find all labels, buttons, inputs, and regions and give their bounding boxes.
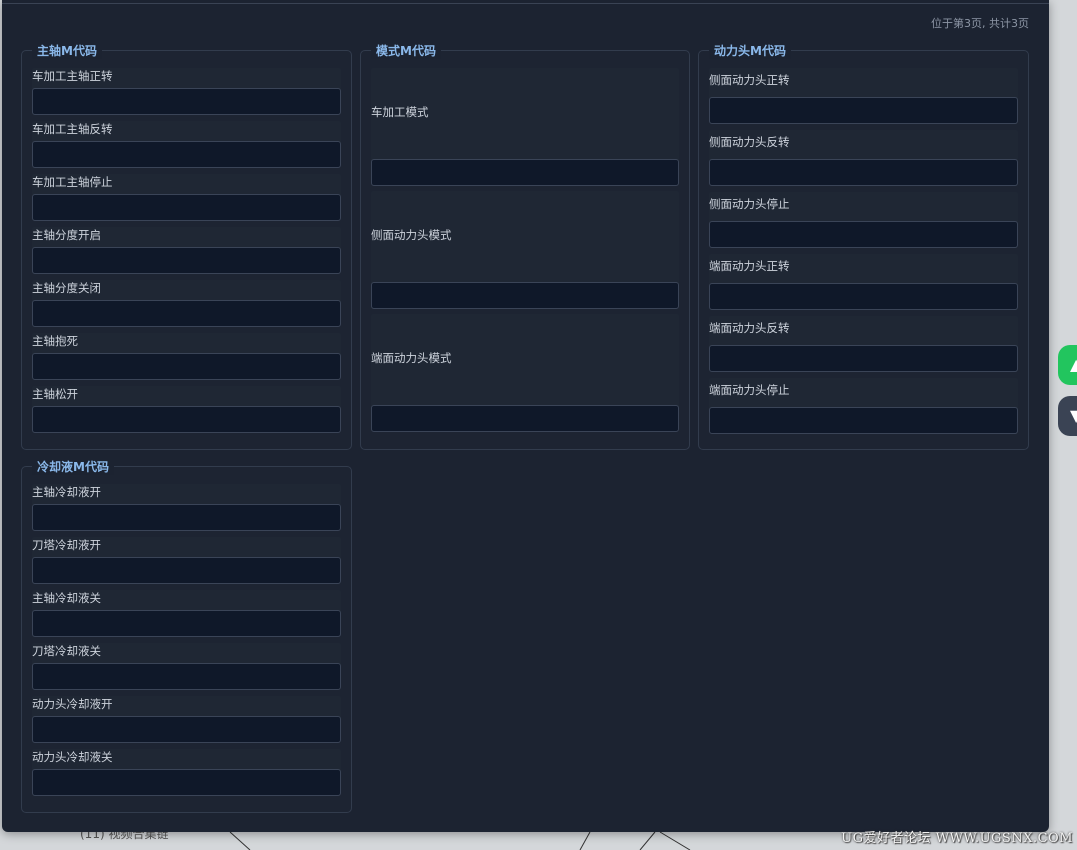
mcode-input[interactable] (32, 406, 341, 433)
mcode-field: 车加工主轴正转 (32, 68, 341, 115)
field-label: 车加工主轴停止 (32, 175, 113, 189)
mcode-input[interactable] (32, 300, 341, 327)
mcode-input[interactable] (32, 247, 341, 274)
mcode-field: 端面动力头正转 (709, 254, 1018, 310)
screen: (11) 视频合集链 位于第3页, 共计3页 主轴M代码 车加工主轴正转 车加工主… (0, 0, 1077, 850)
field-label: 端面动力头模式 (371, 351, 452, 365)
mcode-input[interactable] (371, 405, 679, 432)
mcode-input[interactable] (32, 88, 341, 115)
mcode-input[interactable] (32, 141, 341, 168)
watermark-text: UG爱好者论坛 WWW.UGSNX.COM (841, 831, 1073, 846)
mcode-input[interactable] (32, 194, 341, 221)
field-label: 主轴分度开启 (32, 228, 101, 242)
mcode-field: 侧面动力头正转 (709, 68, 1018, 124)
mcode-input[interactable] (709, 283, 1018, 310)
mcode-input[interactable] (32, 663, 341, 690)
mcode-field: 主轴抱死 (32, 333, 341, 380)
mcode-input[interactable] (709, 345, 1018, 372)
mcode-field: 端面动力头模式 (371, 314, 679, 432)
arrow-up-icon: ▲ (1070, 355, 1077, 374)
field-label: 刀塔冷却液开 (32, 538, 101, 552)
group-title: 冷却液M代码 (32, 459, 114, 475)
field-label: 主轴抱死 (32, 334, 78, 348)
mcode-field: 主轴分度开启 (32, 227, 341, 274)
mcode-field: 车加工主轴停止 (32, 174, 341, 221)
mcode-field: 动力头冷却液关 (32, 749, 341, 796)
field-label: 侧面动力头反转 (709, 135, 790, 149)
mcode-field: 端面动力头反转 (709, 316, 1018, 372)
mcode-field: 刀塔冷却液关 (32, 643, 341, 690)
field-label: 端面动力头停止 (709, 383, 790, 397)
mcode-input[interactable] (709, 159, 1018, 186)
mcode-input[interactable] (371, 282, 679, 309)
mcode-field: 侧面动力头模式 (371, 191, 679, 309)
page-indicator: 位于第3页, 共计3页 (931, 17, 1029, 30)
mcode-field: 动力头冷却液开 (32, 696, 341, 743)
live-tool-mcode-group: 动力头M代码 侧面动力头正转 侧面动力头反转 侧面动力头停止 端面动力头正转 端面动力头… (698, 43, 1029, 450)
mcode-field: 侧面动力头停止 (709, 192, 1018, 248)
group-title: 主轴M代码 (32, 43, 102, 59)
mcode-field: 车加工模式 (371, 68, 679, 186)
field-label: 主轴冷却液开 (32, 485, 101, 499)
field-label: 侧面动力头停止 (709, 197, 790, 211)
mcode-field: 主轴松开 (32, 386, 341, 433)
scroll-down-button[interactable]: ▼ (1058, 396, 1077, 436)
field-label: 动力头冷却液关 (32, 750, 113, 764)
mcode-field: 主轴冷却液关 (32, 590, 341, 637)
panel-divider (2, 3, 1049, 4)
mcode-input[interactable] (32, 353, 341, 380)
mcode-field: 刀塔冷却液开 (32, 537, 341, 584)
group-title: 模式M代码 (371, 43, 441, 59)
mcode-input[interactable] (32, 610, 341, 637)
mcode-input[interactable] (32, 769, 341, 796)
mcode-field: 侧面动力头反转 (709, 130, 1018, 186)
mcode-field: 车加工主轴反转 (32, 121, 341, 168)
coolant-mcode-group: 冷却液M代码 主轴冷却液开 刀塔冷却液开 主轴冷却液关 刀塔冷却液关 动力头冷却液开 动力… (21, 459, 352, 813)
mcode-input[interactable] (32, 716, 341, 743)
spindle-mcode-group: 主轴M代码 车加工主轴正转 车加工主轴反转 车加工主轴停止 主轴分度开启 主轴分度关闭主… (21, 43, 352, 450)
mcode-field: 端面动力头停止 (709, 378, 1018, 434)
arrow-down-icon: ▼ (1070, 406, 1077, 425)
field-label: 主轴分度关闭 (32, 281, 101, 295)
field-label: 车加工主轴正转 (32, 69, 113, 83)
scroll-up-button[interactable]: ▲ (1058, 345, 1077, 385)
mcode-field: 主轴冷却液开 (32, 484, 341, 531)
mcode-input[interactable] (371, 159, 679, 186)
mcode-input[interactable] (32, 504, 341, 531)
mcode-input[interactable] (709, 97, 1018, 124)
field-label: 车加工主轴反转 (32, 122, 113, 136)
mcode-input[interactable] (709, 221, 1018, 248)
field-label: 动力头冷却液开 (32, 697, 113, 711)
group-title: 动力头M代码 (709, 43, 791, 59)
field-label: 侧面动力头正转 (709, 73, 790, 87)
field-label: 端面动力头反转 (709, 321, 790, 335)
m-code-settings-panel: 位于第3页, 共计3页 主轴M代码 车加工主轴正转 车加工主轴反转 车加工主轴停止主… (2, 0, 1049, 832)
field-label: 主轴松开 (32, 387, 78, 401)
mcode-input[interactable] (709, 407, 1018, 434)
field-label: 端面动力头正转 (709, 259, 790, 273)
field-label: 车加工模式 (371, 105, 429, 119)
field-label: 侧面动力头模式 (371, 228, 452, 242)
mcode-input[interactable] (32, 557, 341, 584)
field-label: 刀塔冷却液关 (32, 644, 101, 658)
mcode-field: 主轴分度关闭 (32, 280, 341, 327)
field-label: 主轴冷却液关 (32, 591, 101, 605)
mode-mcode-group: 模式M代码 车加工模式侧面动力头模式 端面动力头模式 (360, 43, 690, 450)
